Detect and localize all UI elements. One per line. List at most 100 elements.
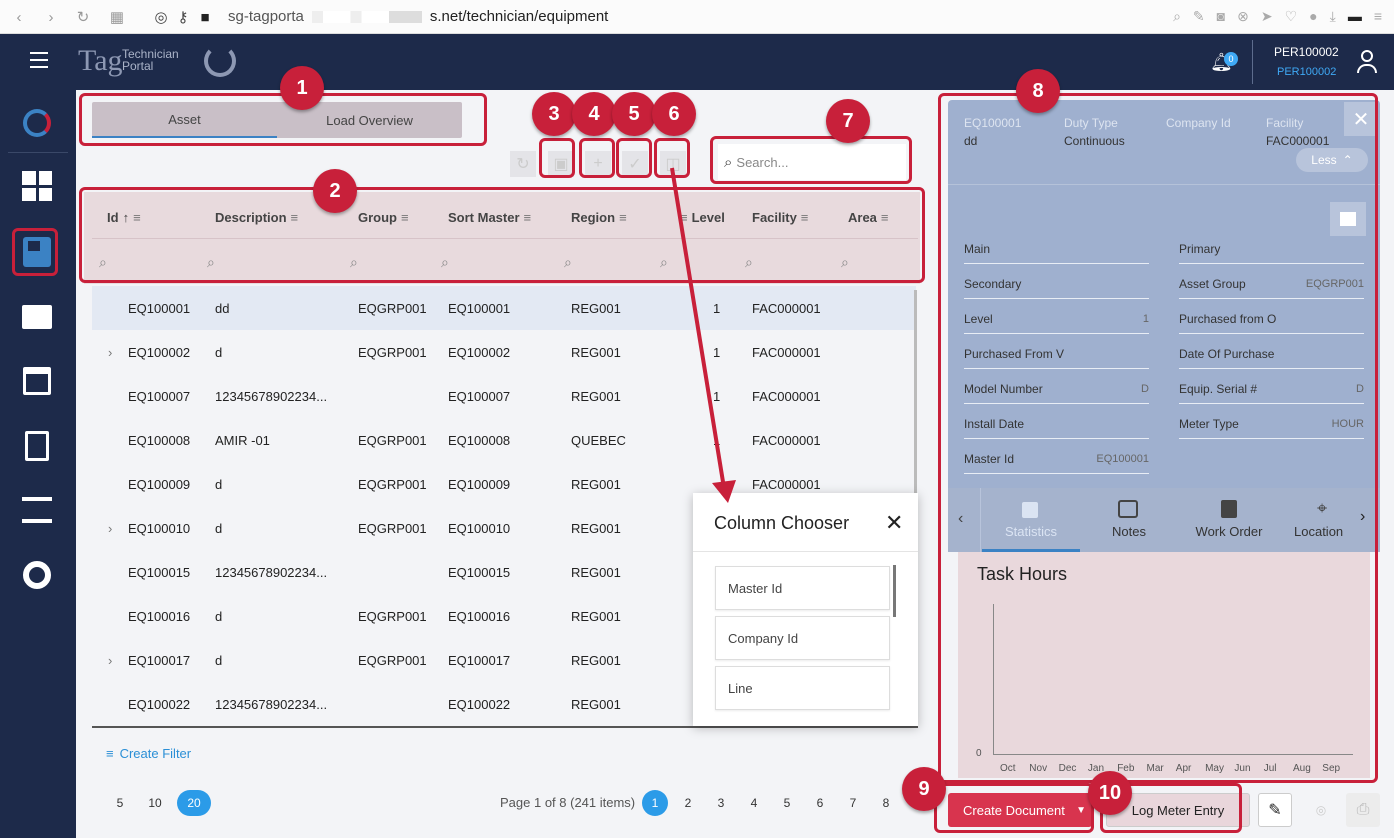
month-label: Nov bbox=[1029, 763, 1048, 774]
calendar-icon[interactable] bbox=[18, 362, 56, 400]
cell-region: REG001 bbox=[571, 477, 621, 492]
callout-5: 5 bbox=[612, 92, 656, 136]
equipment-forklift-icon[interactable] bbox=[18, 233, 56, 271]
callout-7: 7 bbox=[826, 99, 870, 143]
download-icon[interactable]: ⤓ bbox=[1330, 8, 1336, 25]
url-field[interactable]: sg-tagporta s.net/technician/equipment bbox=[228, 8, 608, 25]
dashboard-icon[interactable] bbox=[18, 167, 56, 205]
clipboard-icon[interactable] bbox=[18, 427, 56, 465]
table-row[interactable]: EQ100008 AMIR -01 EQGRP001 EQ100008 QUEBEC 1 F… bbox=[92, 418, 916, 462]
expand-chevron-icon[interactable]: › bbox=[108, 345, 112, 360]
cell-region: REG001 bbox=[571, 521, 621, 536]
battery-icon: ▬ bbox=[1347, 8, 1362, 24]
cell-group: EQGRP001 bbox=[358, 521, 427, 536]
cell-desc: 12345678902234... bbox=[215, 389, 328, 404]
annotation-box-9 bbox=[934, 783, 1094, 833]
cell-level: 1 bbox=[713, 345, 721, 360]
expand-chevron-icon[interactable]: › bbox=[108, 521, 112, 536]
month-label: Jul bbox=[1263, 763, 1277, 774]
print-icon[interactable]: ⎙ bbox=[1346, 793, 1380, 827]
brand-swirl-icon[interactable] bbox=[18, 104, 56, 142]
create-filter-link[interactable]: ≡ Create Filter bbox=[106, 746, 191, 761]
user-id: PER100002 bbox=[1274, 45, 1339, 59]
app-header: Tag Technician Portal 🔔︎ 0 PER100002 PER… bbox=[0, 34, 1394, 90]
annotation-box-2 bbox=[79, 187, 925, 283]
cell-group: EQGRP001 bbox=[358, 301, 427, 316]
page-size-20[interactable]: 20 bbox=[177, 790, 211, 816]
chooser-item-line[interactable]: Line bbox=[715, 666, 890, 710]
key-icon: ⚷ bbox=[177, 9, 189, 26]
url-redacted bbox=[311, 10, 422, 23]
callout-2: 2 bbox=[313, 169, 357, 213]
month-label: Oct bbox=[1000, 763, 1016, 774]
page-7[interactable]: 7 bbox=[840, 790, 866, 816]
month-label: Mar bbox=[1146, 763, 1164, 774]
close-icon[interactable]: ✕ bbox=[885, 510, 903, 536]
chooser-scrollbar[interactable] bbox=[893, 565, 896, 617]
edit-pencil-icon[interactable]: ✎ bbox=[1258, 793, 1292, 827]
camera-icon[interactable]: ◙ bbox=[1217, 8, 1225, 25]
chooser-item-company-id[interactable]: Company Id bbox=[715, 616, 890, 660]
back-icon[interactable]: ‹ bbox=[10, 8, 28, 26]
settings-gear-icon[interactable] bbox=[18, 556, 56, 594]
sidebar bbox=[0, 90, 76, 838]
block-icon[interactable]: ⊗ bbox=[1237, 8, 1249, 25]
annotation-box-7 bbox=[710, 136, 912, 184]
month-label: Sep bbox=[1322, 763, 1341, 774]
folder-icon[interactable] bbox=[18, 298, 56, 336]
user-sub: PER100002 bbox=[1277, 66, 1337, 78]
logo-gear-icon bbox=[204, 45, 236, 77]
heart-icon[interactable]: ♡ bbox=[1285, 8, 1298, 25]
pager-info: Page 1 of 8 (241 items) bbox=[500, 795, 636, 810]
forward-icon[interactable]: › bbox=[42, 8, 60, 26]
menu-icon[interactable]: ≡ bbox=[1374, 8, 1382, 25]
page-8[interactable]: 8 bbox=[873, 790, 899, 816]
profile-icon[interactable]: ● bbox=[1309, 8, 1317, 25]
send-icon[interactable]: ➤ bbox=[1261, 8, 1273, 25]
expand-chevron-icon[interactable]: › bbox=[108, 653, 112, 668]
cell-group: EQGRP001 bbox=[358, 653, 427, 668]
reload-icon[interactable]: ↻ bbox=[74, 8, 92, 26]
cell-id: EQ100001 bbox=[128, 301, 191, 316]
callout-4: 4 bbox=[572, 92, 616, 136]
cell-sort: EQ100015 bbox=[448, 565, 511, 580]
page-2[interactable]: 2 bbox=[675, 790, 701, 816]
cell-id: EQ100015 bbox=[128, 565, 191, 580]
table-row[interactable]: EQ100001 dd EQGRP001 EQ100001 REG001 1 FAC0000… bbox=[92, 286, 916, 330]
cell-id: EQ100009 bbox=[128, 477, 191, 492]
page-size-10[interactable]: 10 bbox=[139, 790, 171, 816]
cell-region: REG001 bbox=[571, 609, 621, 624]
callout-6: 6 bbox=[652, 92, 696, 136]
cell-id: EQ100010 bbox=[128, 521, 191, 536]
cell-group: EQGRP001 bbox=[358, 609, 427, 624]
list-report-icon[interactable] bbox=[18, 491, 56, 529]
hamburger-menu-icon[interactable] bbox=[30, 52, 48, 68]
month-label: Aug bbox=[1293, 763, 1311, 774]
cell-facility: FAC000001 bbox=[752, 433, 821, 448]
3d-view-icon[interactable]: ◎ bbox=[1304, 793, 1338, 827]
page-5[interactable]: 5 bbox=[774, 790, 800, 816]
zoom-icon[interactable]: ⌕ bbox=[1173, 8, 1181, 25]
chooser-item-master-id[interactable]: Master Id bbox=[715, 566, 890, 610]
create-filter-label: Create Filter bbox=[119, 746, 192, 761]
page-3[interactable]: 3 bbox=[708, 790, 734, 816]
user-avatar-icon[interactable] bbox=[1356, 50, 1378, 74]
table-row[interactable]: EQ100007 12345678902234... EQ100007 REG001 1… bbox=[92, 374, 916, 418]
cell-level: 1 bbox=[713, 301, 721, 316]
cell-id: EQ100022 bbox=[128, 697, 191, 712]
grid-icon[interactable]: ▦ bbox=[108, 8, 126, 26]
refresh-icon[interactable]: ↻ bbox=[510, 151, 536, 177]
table-row[interactable]: › EQ100002 d EQGRP001 EQ100002 REG001 1 FAC0000… bbox=[92, 330, 916, 374]
cell-facility: FAC000001 bbox=[752, 477, 821, 492]
cell-sort: EQ100010 bbox=[448, 521, 511, 536]
page-size-5[interactable]: 5 bbox=[104, 790, 136, 816]
url-prefix: sg-tagporta bbox=[228, 8, 304, 25]
page-1[interactable]: 1 bbox=[642, 790, 668, 816]
main-content: Asset Load Overview ↻ ▣ + ✓ ◫ ⌕ Search..… bbox=[76, 90, 934, 838]
page-4[interactable]: 4 bbox=[741, 790, 767, 816]
page-6[interactable]: 6 bbox=[807, 790, 833, 816]
sidebar-divider bbox=[8, 152, 68, 153]
cell-desc: 12345678902234... bbox=[215, 565, 328, 580]
edit-icon[interactable]: ✎ bbox=[1193, 8, 1205, 25]
column-chooser-dialog: Column Chooser ✕ Master Id Company Id Li… bbox=[693, 493, 918, 726]
